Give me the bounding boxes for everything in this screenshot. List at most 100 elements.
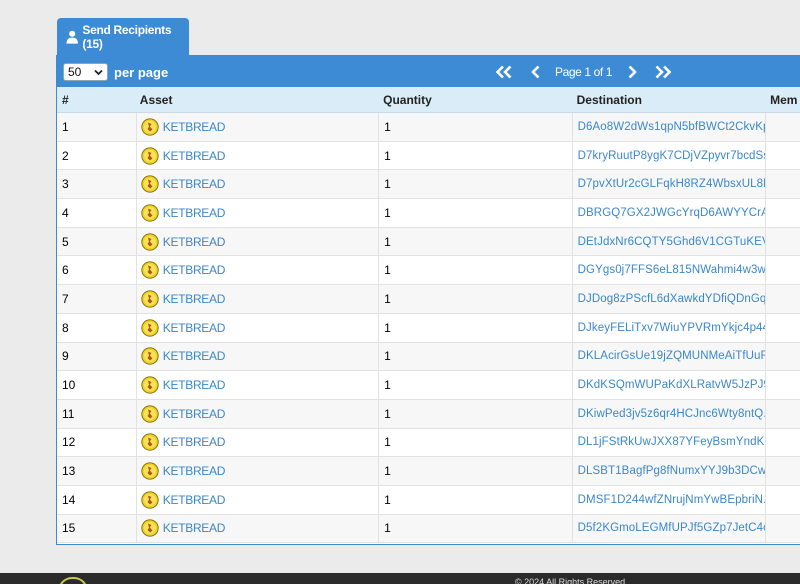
table-row[interactable]: 1 KETBREAD 1 D6Ao8W2dWs1qpN5bfBWCt2CkvKp... xyxy=(57,113,800,142)
table-row[interactable]: 8 KETBREAD 1 DJkeyFELiTxv7WiuYPVRmYkjc4p44.… xyxy=(57,313,800,343)
asset-link[interactable]: KETBREAD xyxy=(163,149,226,163)
asset-link[interactable]: KETBREAD xyxy=(163,435,226,449)
column-header-memo[interactable]: Mem xyxy=(765,87,800,112)
destination-link[interactable]: DLSBT1BagfPg8fNumxYYJ9b3DCw... xyxy=(578,465,765,477)
row-number: 5 xyxy=(62,234,69,249)
destination-link[interactable]: DGYgs0j7FFS6eL815NWahmi4w3w... xyxy=(578,264,765,276)
quantity-cell: 1 xyxy=(378,256,571,285)
destination-link[interactable]: DEtJdxNr6CQTY5Ghd6V1CGTuKEVJ... xyxy=(578,236,765,248)
asset-cell: KETBREAD xyxy=(135,371,378,399)
asset-link[interactable]: KETBREAD xyxy=(163,206,226,220)
table-row[interactable]: 11 KETBREAD 1 DKiwPed3jv5z6qr4HCJnc6Wty8ntQ… xyxy=(57,399,800,429)
table-row[interactable]: 15 KETBREAD 1 D5f2KGmoLEGMfUPJf5GZp7JetC4cj… xyxy=(57,514,800,544)
destination-link[interactable]: D6Ao8W2dWs1qpN5bfBWCt2CkvKp... xyxy=(578,121,765,133)
destination-link[interactable]: DMSF1D244wfZNrujNmYwBEpbriN... xyxy=(578,494,765,506)
asset-link[interactable]: KETBREAD xyxy=(163,493,226,507)
asset-link[interactable]: KETBREAD xyxy=(163,120,226,134)
destination-link[interactable]: DKLAcirGsUe19jZQMUNMeAiTfUuR... xyxy=(578,350,765,362)
table-row[interactable]: 2 KETBREAD 1 D7kryRuutP8ygK7CDjVZpyvr7bcdSs… xyxy=(57,141,800,171)
row-number: 1 xyxy=(62,119,69,134)
memo-cell xyxy=(765,342,800,371)
table-header: # Asset Quantity Destination Mem xyxy=(57,87,800,113)
memo-cell xyxy=(765,170,800,199)
chevron-left-icon xyxy=(531,65,540,78)
asset-cell: KETBREAD xyxy=(135,313,378,342)
destination-link[interactable]: D7kryRuutP8ygK7CDjVZpyvr7bcdSs... xyxy=(578,150,765,162)
per-page-select[interactable]: 50 xyxy=(63,63,108,81)
table-row[interactable]: 13 KETBREAD 1 DLSBT1BagfPg8fNumxYYJ9b3DCw..… xyxy=(57,457,800,486)
destination-cell: DKiwPed3jv5z6qr4HCJnc6Wty8ntQ... xyxy=(571,399,765,428)
row-number: 4 xyxy=(62,205,69,220)
asset-cell: KETBREAD xyxy=(135,285,378,313)
column-header-asset[interactable]: Asset xyxy=(136,87,378,112)
asset-link[interactable]: KETBREAD xyxy=(163,378,226,392)
memo-cell xyxy=(765,428,800,457)
table-row[interactable]: 4 KETBREAD 1 DBRGQ7GX2JWGcYrqD6AWYYCrAW... xyxy=(57,199,800,228)
row-number: 3 xyxy=(62,177,69,192)
asset-cell: KETBREAD xyxy=(135,113,378,141)
asset-link[interactable]: KETBREAD xyxy=(163,521,226,535)
table-row[interactable]: 7 KETBREAD 1 DJDog8zPScfL6dXawkdYDfiQDnGq..… xyxy=(57,285,800,314)
table-row[interactable]: 6 KETBREAD 1 DGYgs0j7FFS6eL815NWahmi4w3w... xyxy=(57,256,800,286)
ketbread-asset-icon xyxy=(141,491,159,509)
column-header-destination[interactable]: Destination xyxy=(572,87,765,112)
quantity-cell: 1 xyxy=(378,285,571,313)
quantity-cell: 1 xyxy=(378,170,571,199)
ketbread-asset-icon xyxy=(141,175,159,193)
memo-cell xyxy=(765,227,800,256)
column-header-quantity[interactable]: Quantity xyxy=(378,87,571,112)
table-row[interactable]: 12 KETBREAD 1 DL1jFStRkUwJXX87YFeyBsmYndKX.… xyxy=(57,428,800,458)
tab-send-recipients[interactable]: Send Recipients (15) xyxy=(57,18,189,56)
asset-link[interactable]: KETBREAD xyxy=(163,292,226,306)
destination-link[interactable]: DKiwPed3jv5z6qr4HCJnc6Wty8ntQ... xyxy=(578,408,765,420)
ketbread-asset-icon xyxy=(141,232,159,251)
memo-cell xyxy=(765,113,800,141)
destination-link[interactable]: DJDog8zPScfL6dXawkdYDfiQDnGq... xyxy=(578,293,765,305)
quantity-cell: 1 xyxy=(378,457,571,485)
asset-link[interactable]: KETBREAD xyxy=(163,407,226,421)
quantity-cell: 1 xyxy=(378,428,571,457)
asset-link[interactable]: KETBREAD xyxy=(163,349,226,363)
destination-cell: DEtJdxNr6CQTY5Ghd6V1CGTuKEVJ... xyxy=(571,227,765,256)
ketbread-asset-icon xyxy=(141,146,159,165)
table-row[interactable]: 10 KETBREAD 1 DKdKSQmWUPaKdXLRatvW5JzPJ9x..… xyxy=(57,371,800,400)
asset-cell: KETBREAD xyxy=(135,199,378,227)
memo-cell xyxy=(765,514,800,543)
memo-cell xyxy=(765,256,800,285)
first-page-button[interactable] xyxy=(493,63,515,80)
quantity-cell: 1 xyxy=(378,514,571,543)
destination-link[interactable]: D5f2KGmoLEGMfUPJf5GZp7JetC4cj... xyxy=(578,522,765,534)
prev-page-button[interactable] xyxy=(527,63,545,80)
per-page-control: 50 per page xyxy=(63,63,168,81)
destination-link[interactable]: DL1jFStRkUwJXX87YFeyBsmYndKX... xyxy=(578,436,765,448)
asset-link[interactable]: KETBREAD xyxy=(163,464,226,478)
quantity-cell: 1 xyxy=(378,141,571,170)
row-number: 8 xyxy=(62,320,69,335)
table-row[interactable]: 3 KETBREAD 1 D7pvXtUr2cGLFqkH8RZ4WbsxUL8B..… xyxy=(57,170,800,200)
destination-cell: DL1jFStRkUwJXX87YFeyBsmYndKX... xyxy=(571,428,765,457)
row-number: 12 xyxy=(62,435,76,450)
memo-cell xyxy=(765,485,800,514)
next-page-button[interactable] xyxy=(624,63,640,80)
asset-link[interactable]: KETBREAD xyxy=(163,235,226,249)
table-row[interactable]: 5 KETBREAD 1 DEtJdxNr6CQTY5Ghd6V1CGTuKEVJ..… xyxy=(57,227,800,257)
last-page-button[interactable] xyxy=(652,63,674,80)
destination-cell: DMSF1D244wfZNrujNmYwBEpbriN... xyxy=(571,485,765,514)
asset-link[interactable]: KETBREAD xyxy=(163,321,226,335)
asset-link[interactable]: KETBREAD xyxy=(163,177,226,191)
table-row[interactable]: 14 KETBREAD 1 DMSF1D244wfZNrujNmYwBEpbriN..… xyxy=(57,485,800,515)
destination-cell: D6Ao8W2dWs1qpN5bfBWCt2CkvKp... xyxy=(571,113,765,141)
asset-link[interactable]: KETBREAD xyxy=(163,263,226,277)
quantity-cell: 1 xyxy=(378,227,571,256)
table-row[interactable]: 9 KETBREAD 1 DKLAcirGsUe19jZQMUNMeAiTfUuR..… xyxy=(57,342,800,372)
column-header-number[interactable]: # xyxy=(57,87,136,112)
destination-link[interactable]: DJkeyFELiTxv7WiuYPVRmYkjc4p44... xyxy=(578,322,765,334)
ketbread-asset-icon xyxy=(141,290,159,308)
ketbread-asset-icon xyxy=(141,405,159,423)
destination-link[interactable]: DBRGQ7GX2JWGcYrqD6AWYYCrAW... xyxy=(578,207,765,219)
user-icon xyxy=(66,30,78,44)
destination-link[interactable]: DKdKSQmWUPaKdXLRatvW5JzPJ9x... xyxy=(578,379,765,391)
quantity-cell: 1 xyxy=(378,199,571,227)
memo-cell xyxy=(765,457,800,485)
destination-link[interactable]: D7pvXtUr2cGLFqkH8RZ4WbsxUL8B... xyxy=(578,178,765,190)
